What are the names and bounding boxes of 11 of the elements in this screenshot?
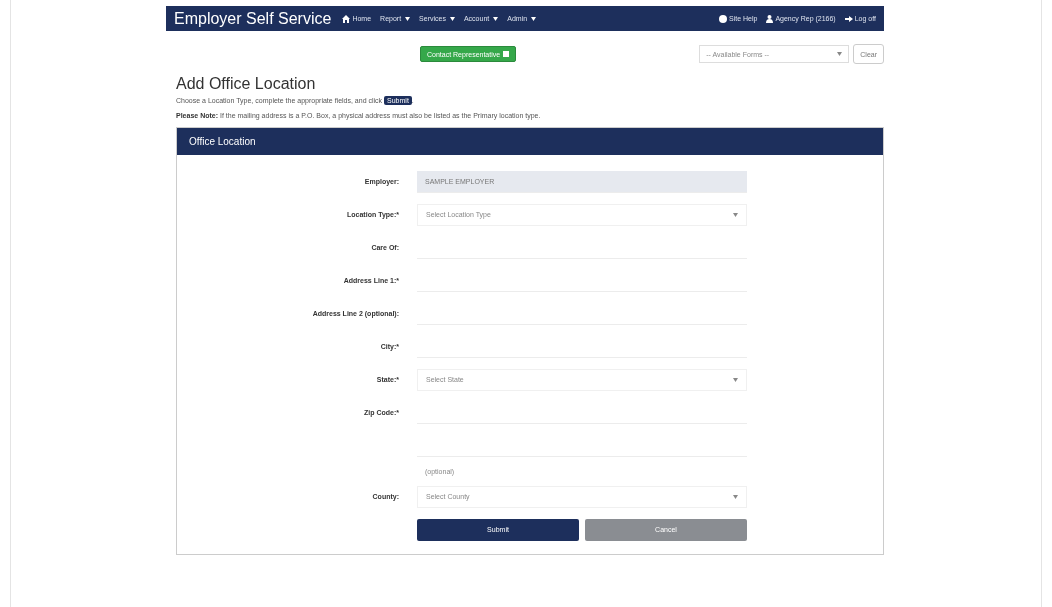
caret-icon [733, 494, 738, 499]
user-icon [766, 14, 774, 23]
panel-title: Office Location [189, 136, 256, 147]
caret-icon [733, 212, 738, 217]
caret-icon [837, 52, 843, 56]
page-title: Add Office Location [176, 75, 317, 93]
help-icon [719, 14, 727, 23]
logoff-icon [844, 14, 853, 23]
brand-title[interactable]: Employer Self Service [174, 9, 332, 28]
caret-icon [733, 377, 738, 382]
home-icon [342, 14, 351, 23]
